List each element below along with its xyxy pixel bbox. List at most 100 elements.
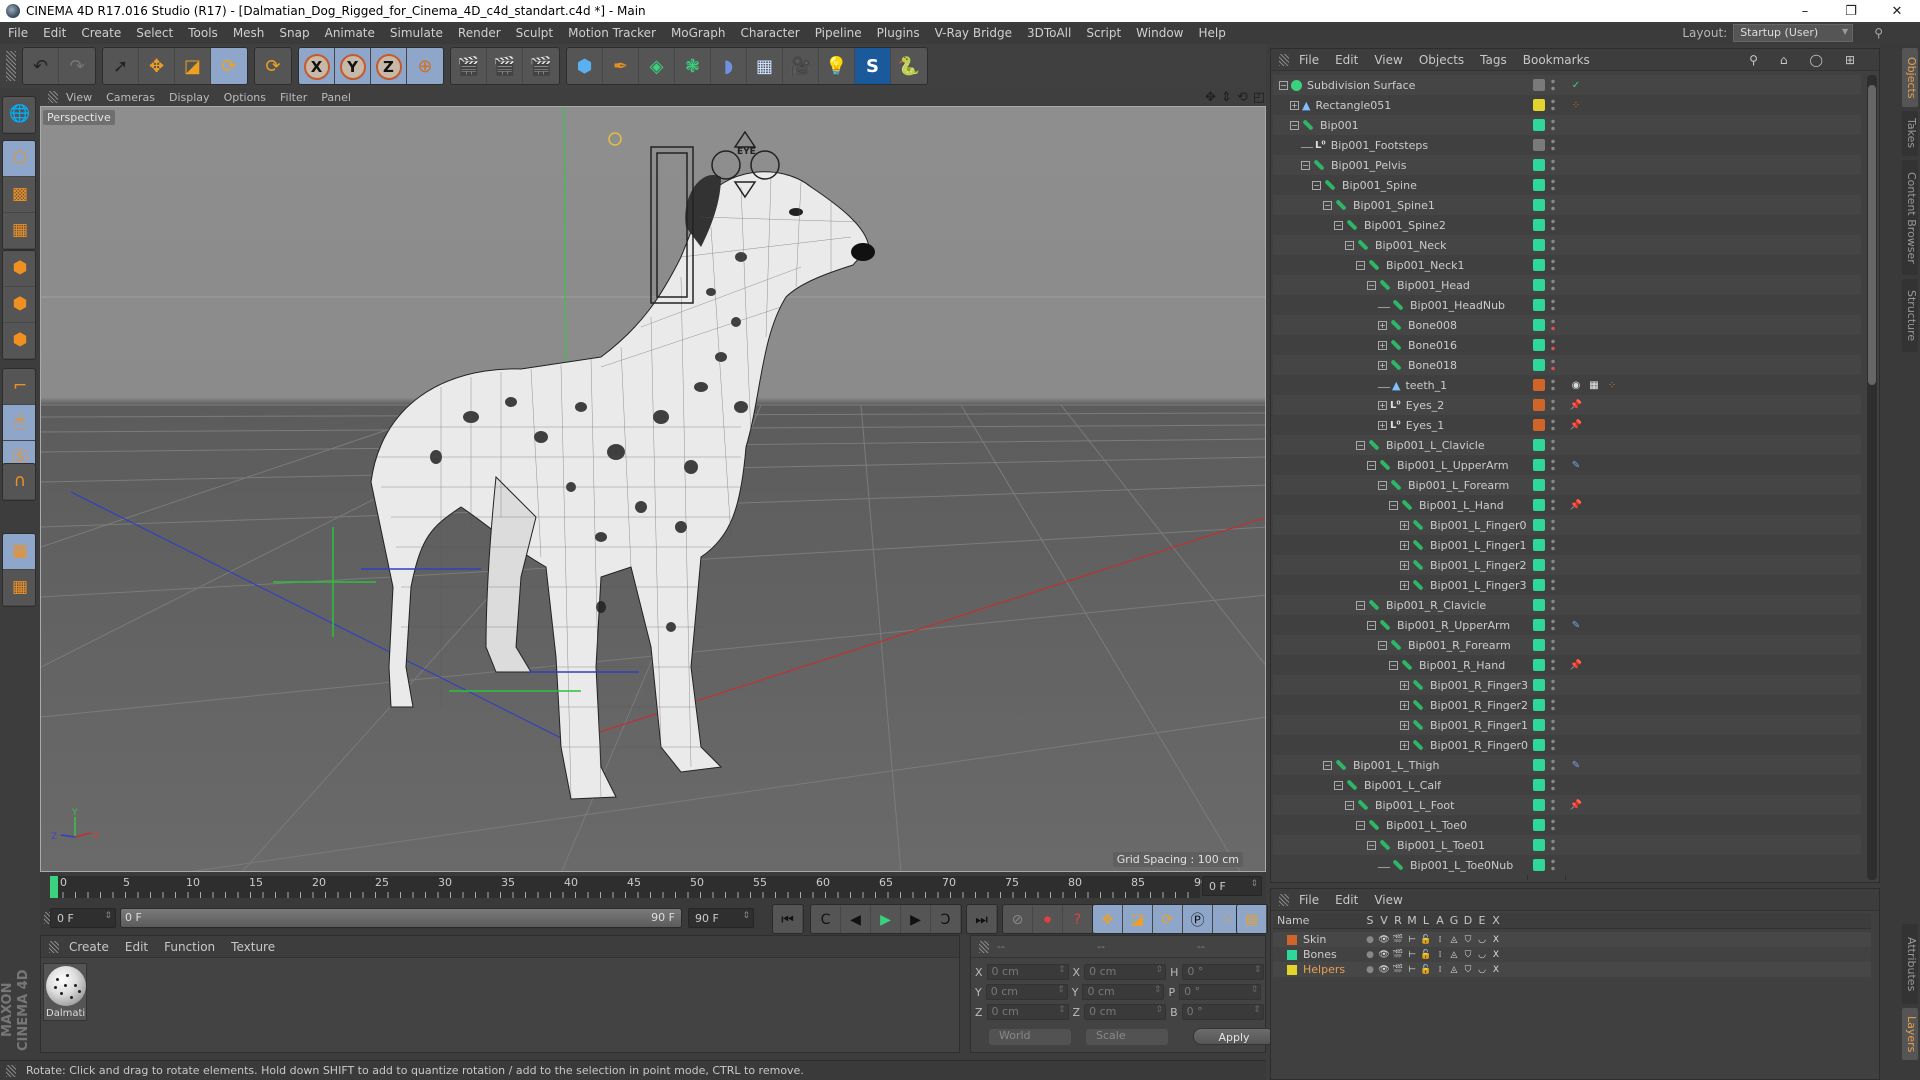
layer-menu-edit[interactable]: Edit: [1335, 893, 1358, 907]
visibility-dots[interactable]: [1551, 78, 1555, 92]
menu-sculpt[interactable]: Sculpt: [516, 26, 553, 40]
layer-color-swatch[interactable]: [1533, 839, 1545, 851]
object-row[interactable]: − Bip001_L_Foot 📌: [1273, 795, 1861, 815]
layer-color-swatch[interactable]: [1533, 719, 1545, 731]
collapse-icon[interactable]: −: [1389, 660, 1398, 670]
autokeying-button[interactable]: ⏺: [1033, 905, 1063, 933]
layer-locked-toggle-icon[interactable]: 🔓: [1419, 965, 1433, 975]
object-row[interactable]: + Bip001_L_Finger0: [1273, 515, 1861, 535]
layer-column-v[interactable]: V: [1377, 914, 1391, 927]
visibility-dots[interactable]: [1551, 838, 1555, 852]
visibility-dots[interactable]: [1551, 398, 1555, 412]
object-menu-file[interactable]: File: [1299, 53, 1319, 67]
layer-column-r[interactable]: R: [1391, 914, 1405, 927]
scrollbar-thumb[interactable]: [1868, 85, 1876, 385]
layer-color-swatch[interactable]: [1533, 499, 1545, 511]
object-row[interactable]: + Bip001_R_Finger3: [1273, 675, 1861, 695]
toolbar-grip[interactable]: [6, 51, 16, 81]
object-row[interactable]: + Bip001_L_Finger3: [1273, 575, 1861, 595]
go-to-start-button[interactable]: ⏮: [773, 905, 803, 933]
layer-name[interactable]: Skin: [1303, 933, 1326, 946]
end-frame-field[interactable]: 90 F: [688, 908, 754, 928]
play-button[interactable]: ▶: [871, 905, 901, 933]
visibility-dots[interactable]: [1551, 818, 1555, 832]
display-tag-icon[interactable]: ⁘: [1569, 98, 1583, 112]
object-menu-bookmarks[interactable]: Bookmarks: [1523, 53, 1590, 67]
layer-color-swatch[interactable]: [1533, 379, 1545, 391]
object-row[interactable]: − Bip001_L_UpperArm ✎: [1273, 455, 1861, 475]
object-row[interactable]: − Bip001_L_Toe01: [1273, 835, 1861, 855]
ik-tag-icon[interactable]: ✎: [1569, 618, 1583, 632]
layer-visible-in-manager-toggle-icon[interactable]: ⊢: [1405, 965, 1419, 975]
menu-mograph[interactable]: MoGraph: [671, 26, 726, 40]
object-row[interactable]: − Subdivision Surface ✓: [1273, 75, 1861, 95]
object-row[interactable]: − Bip001_Neck: [1273, 235, 1861, 255]
coordinate-system-button[interactable]: ⊕: [407, 48, 443, 84]
z-axis-lock-button[interactable]: Z: [371, 48, 407, 84]
size-z-field[interactable]: 0 cm: [1084, 1004, 1167, 1020]
ik-tag-icon[interactable]: ✎: [1569, 758, 1583, 772]
object-menu-edit[interactable]: Edit: [1335, 53, 1358, 67]
make-editable-button[interactable]: 🌐: [3, 97, 35, 133]
menu-file[interactable]: File: [8, 26, 28, 40]
viewport-menu-filter[interactable]: Filter: [280, 91, 307, 104]
psr-tag-icon[interactable]: 📌: [1569, 498, 1583, 512]
collapse-icon[interactable]: −: [1367, 280, 1376, 290]
visibility-dots[interactable]: [1551, 858, 1555, 872]
viewport-perspective[interactable]: EYE Y X Z Perspective Grid Spacing : 100…: [40, 106, 1266, 872]
axis-mode-button[interactable]: ⌐: [3, 369, 35, 405]
layer-deformers-toggle-icon[interactable]: ⛉: [1461, 950, 1475, 960]
collapse-icon[interactable]: −: [1323, 200, 1332, 210]
layer-color-swatch[interactable]: [1533, 559, 1545, 571]
layer-color-swatch[interactable]: [1533, 599, 1545, 611]
visibility-dots[interactable]: [1551, 178, 1555, 192]
object-menu-objects[interactable]: Objects: [1419, 53, 1464, 67]
close-button[interactable]: ✕: [1874, 0, 1920, 22]
layer-xrefs-toggle-icon[interactable]: X: [1489, 965, 1503, 975]
go-to-next-key-button[interactable]: Ↄ: [931, 905, 961, 933]
layer-color-swatch[interactable]: [1533, 319, 1545, 331]
panel-grip[interactable]: [48, 91, 58, 103]
menu-edit[interactable]: Edit: [43, 26, 66, 40]
layer-color-swatch[interactable]: [1533, 179, 1545, 191]
search-icon[interactable]: ⚲: [1749, 53, 1758, 67]
checkmark-icon[interactable]: ✓: [1569, 78, 1583, 92]
record-active-objects-button[interactable]: ⊘: [1003, 905, 1033, 933]
visibility-dots[interactable]: [1551, 758, 1555, 772]
panel-grip[interactable]: [1279, 54, 1289, 66]
parameter-key-button[interactable]: Ⓟ: [1183, 905, 1213, 933]
position-x-field[interactable]: 0 cm: [986, 964, 1069, 980]
visibility-dots[interactable]: [1551, 278, 1555, 292]
rotate-button[interactable]: ⟳: [211, 48, 247, 84]
layer-color-swatch[interactable]: [1533, 759, 1545, 771]
frame-ruler[interactable]: 0 5 10 15 20 25 30 35 40 45 50 55 60 65 70 75 80 85 90: [50, 876, 1208, 898]
visibility-dots[interactable]: [1551, 298, 1555, 312]
locked-workplane-button[interactable]: ▦: [3, 534, 35, 570]
start-frame-field[interactable]: 0 F: [50, 908, 116, 928]
menu-animate[interactable]: Animate: [325, 26, 375, 40]
undo-button[interactable]: ↶: [23, 48, 59, 84]
tweak-mode-button[interactable]: 🖱: [3, 405, 35, 441]
y-axis-lock-button[interactable]: Y: [335, 48, 371, 84]
dolly-view-icon[interactable]: ⇕: [1221, 90, 1232, 105]
collapse-icon[interactable]: −: [1367, 460, 1376, 470]
visibility-dots[interactable]: [1551, 318, 1555, 332]
layer-column-d[interactable]: D: [1461, 914, 1475, 927]
previous-frame-button[interactable]: ◀: [841, 905, 871, 933]
go-to-previous-key-button[interactable]: C: [811, 905, 841, 933]
object-row[interactable]: + Bone008: [1273, 315, 1861, 335]
panel-grip[interactable]: [6, 1065, 16, 1077]
edges-mode-button[interactable]: ⬢: [3, 287, 35, 323]
object-row[interactable]: − Bip001_L_Thigh ✎: [1273, 755, 1861, 775]
layer-column-l[interactable]: L: [1419, 914, 1433, 927]
viewport-menu-panel[interactable]: Panel: [321, 91, 351, 104]
visibility-dots[interactable]: [1551, 738, 1555, 752]
snap-button[interactable]: ∩: [3, 464, 35, 500]
menu-window[interactable]: Window: [1136, 26, 1183, 40]
collapse-icon[interactable]: −: [1367, 620, 1376, 630]
collapse-icon[interactable]: −: [1367, 840, 1376, 850]
visibility-dots[interactable]: [1551, 578, 1555, 592]
object-row[interactable]: − Bip001_Spine2: [1273, 215, 1861, 235]
bend-deformer-button[interactable]: ◗: [711, 48, 747, 84]
layer-color-swatch[interactable]: [1533, 399, 1545, 411]
